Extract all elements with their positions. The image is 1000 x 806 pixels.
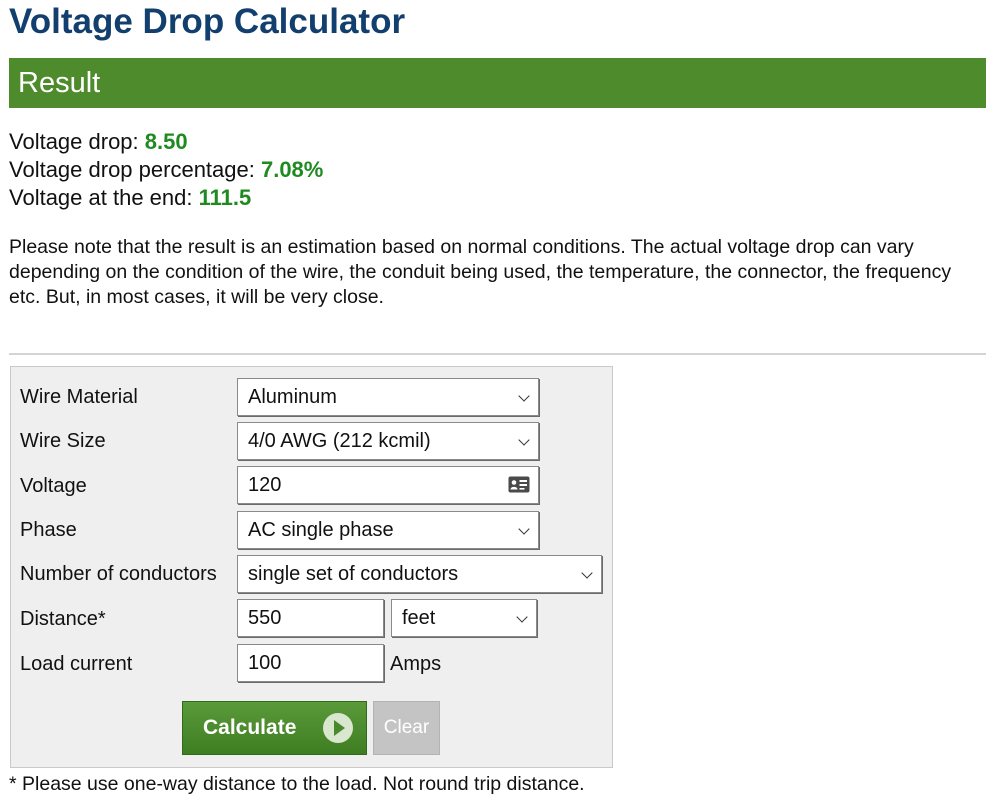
chevron-down-icon — [581, 567, 593, 579]
contact-card-icon[interactable] — [508, 476, 530, 493]
voltage-at-end-label: Voltage at the end: — [9, 185, 199, 210]
wire-size-select[interactable]: 4/0 AWG (212 kcmil) — [237, 422, 539, 460]
load-current-value: 100 — [248, 652, 282, 674]
wire-material-select[interactable]: Aluminum — [237, 378, 539, 416]
load-current-input[interactable]: 100 — [237, 644, 384, 682]
wire-material-value: Aluminum — [248, 386, 337, 408]
phase-value: AC single phase — [248, 519, 394, 541]
wire-material-label: Wire Material — [20, 386, 138, 408]
chevron-down-icon — [518, 434, 530, 446]
wire-size-value: 4/0 AWG (212 kcmil) — [248, 430, 431, 452]
clear-button[interactable]: Clear — [373, 701, 440, 755]
estimation-note: Please note that the result is an estima… — [9, 236, 952, 308]
voltage-drop-percentage-value: 7.08% — [260, 157, 324, 182]
wire-size-label: Wire Size — [20, 430, 106, 452]
chevron-down-icon — [518, 390, 530, 402]
distance-value: 550 — [248, 607, 282, 629]
voltage-input[interactable]: 120 — [237, 466, 539, 504]
result-heading: Result — [9, 58, 986, 108]
voltage-drop-percentage-label: Voltage drop percentage: — [9, 157, 261, 182]
result-summary: Voltage drop: 8.50 Voltage drop percenta… — [9, 128, 323, 212]
distance-label: Distance* — [20, 608, 106, 630]
page-title: Voltage Drop Calculator — [9, 2, 406, 41]
voltage-drop-value: 8.50 — [144, 129, 188, 154]
voltage-at-end-value: 111.5 — [198, 185, 252, 210]
load-current-unit: Amps — [390, 653, 442, 675]
phase-select[interactable]: AC single phase — [237, 511, 539, 549]
voltage-at-end-line: Voltage at the end: 111.5 — [9, 184, 323, 212]
phase-label: Phase — [20, 519, 77, 541]
voltage-drop-line: Voltage drop: 8.50 — [9, 128, 323, 156]
load-current-label: Load current — [20, 653, 133, 675]
voltage-drop-percentage-line: Voltage drop percentage: 7.08% — [9, 156, 323, 184]
voltage-label: Voltage — [20, 475, 87, 497]
conductors-select[interactable]: single set of conductors — [237, 555, 602, 593]
chevron-down-icon — [518, 523, 530, 535]
voltage-drop-label: Voltage drop: — [9, 129, 145, 154]
calculate-button[interactable]: Calculate — [182, 701, 367, 755]
distance-footnote: * Please use one-way distance to the loa… — [9, 773, 585, 795]
section-divider — [9, 353, 986, 355]
conductors-value: single set of conductors — [248, 563, 459, 585]
distance-unit-select[interactable]: feet — [391, 599, 537, 637]
distance-unit-value: feet — [402, 607, 436, 629]
calculate-button-label: Calculate — [203, 716, 297, 739]
conductors-label: Number of conductors — [20, 563, 217, 585]
voltage-value: 120 — [248, 474, 282, 496]
distance-input[interactable]: 550 — [237, 599, 384, 637]
play-arrow-icon — [323, 713, 353, 743]
chevron-down-icon — [516, 611, 528, 623]
